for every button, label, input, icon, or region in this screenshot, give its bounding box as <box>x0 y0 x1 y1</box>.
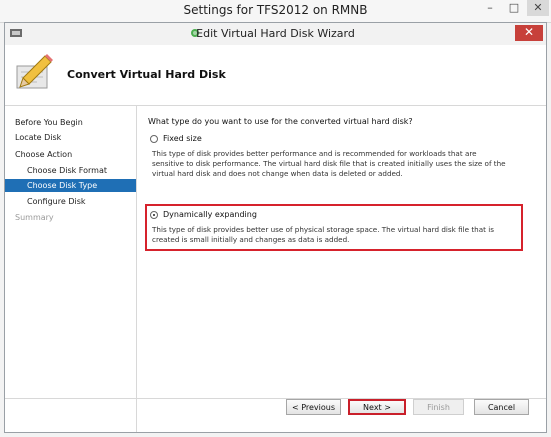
previous-button[interactable]: < Previous <box>286 399 341 415</box>
outer-title-bar: Settings for TFS2012 on RMNB – □ ✕ <box>0 0 551 23</box>
question-text: What type do you want to use for the con… <box>148 117 413 126</box>
dynamic-desc-line-1: This type of disk provides better use of… <box>152 225 494 234</box>
nav-locate-disk[interactable]: Locate Disk <box>5 131 136 144</box>
dynamic-desc-line-2: created is small initially and changes a… <box>152 235 350 244</box>
maximize-button[interactable]: □ <box>503 0 525 16</box>
fixed-size-label[interactable]: Fixed size <box>163 134 202 143</box>
nav-choose-action[interactable]: Choose Action <box>5 148 136 161</box>
next-button[interactable]: Next > <box>348 399 406 415</box>
footer-divider <box>5 398 546 399</box>
outer-close-button[interactable]: ✕ <box>527 0 549 16</box>
outer-window-title: Settings for TFS2012 on RMNB <box>183 3 368 17</box>
fixed-size-desc-line-3: virtual hard disk and does not change wh… <box>152 169 403 178</box>
nav-summary: Summary <box>15 213 54 222</box>
finish-button: Finish <box>413 399 464 415</box>
page-title: Convert Virtual Hard Disk <box>67 68 226 81</box>
fixed-size-radio[interactable] <box>150 135 158 143</box>
nav-before-you-begin[interactable]: Before You Begin <box>5 116 136 129</box>
nav-choose-disk-type[interactable]: Choose Disk Type <box>5 179 136 192</box>
wizard-title: Edit Virtual Hard Disk Wizard <box>196 27 355 40</box>
nav-configure-disk[interactable]: Configure Disk <box>5 195 136 208</box>
dynamically-expanding-radio[interactable] <box>150 211 158 219</box>
minimize-button[interactable]: – <box>479 0 501 16</box>
fixed-size-desc-line-2: sensitive to disk performance. The virtu… <box>152 159 506 168</box>
dynamically-expanding-label[interactable]: Dynamically expanding <box>163 210 257 219</box>
wizard-content: What type do you want to use for the con… <box>136 106 546 398</box>
wizard-header: Convert Virtual Hard Disk <box>5 45 546 106</box>
fixed-size-desc-line-1: This type of disk provides better perfor… <box>152 149 477 158</box>
wizard-title-bar: Edit Virtual Hard Disk Wizard ✕ <box>5 23 546 46</box>
wizard-close-button[interactable]: ✕ <box>515 25 543 41</box>
dynamically-expanding-description: This type of disk provides better use of… <box>152 225 512 245</box>
wizard-nav: Before You Begin Locate Disk Choose Acti… <box>5 106 137 432</box>
pencil-icon <box>16 54 53 89</box>
nav-choose-disk-format[interactable]: Choose Disk Format <box>5 164 136 177</box>
wizard-window: Edit Virtual Hard Disk Wizard ✕ Convert … <box>4 22 547 433</box>
cancel-button[interactable]: Cancel <box>474 399 529 415</box>
fixed-size-description: This type of disk provides better perfor… <box>152 149 512 179</box>
